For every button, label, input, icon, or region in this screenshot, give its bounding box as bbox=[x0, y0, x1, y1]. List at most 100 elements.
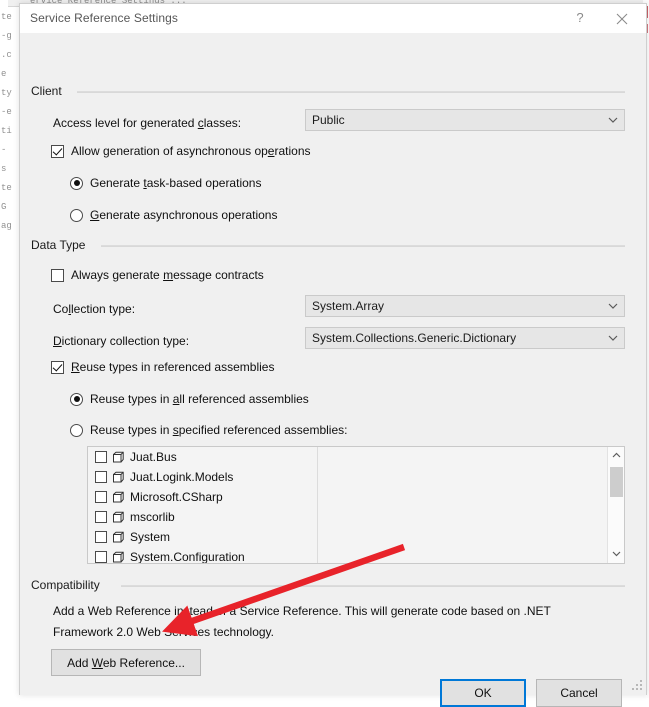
close-x-icon[interactable] bbox=[604, 4, 640, 32]
generate-task-based-radio[interactable]: Generate task-based operations bbox=[70, 176, 261, 190]
assembly-icon bbox=[113, 471, 124, 482]
message-contracts-pre: Always generate bbox=[71, 268, 164, 282]
list-item[interactable]: Juat.Bus bbox=[88, 447, 606, 467]
dialog-body: Client Access level for generated classe… bbox=[20, 34, 646, 707]
radio-glyph bbox=[70, 208, 83, 222]
collection-type-label-pre: Co bbox=[53, 302, 69, 316]
message-contracts-checkbox[interactable]: Always generate message contracts bbox=[51, 268, 264, 282]
reuse-types-accel: R bbox=[71, 360, 80, 374]
assemblies-list-viewport: Juat.Bus Juat.Logink.Models Microsoft.CSha… bbox=[88, 447, 606, 563]
chevron-down-icon bbox=[602, 329, 624, 347]
cancel-button[interactable]: Cancel bbox=[536, 679, 622, 707]
reuse-specified-radio[interactable]: Reuse types in specified referenced asse… bbox=[70, 423, 347, 437]
list-item[interactable]: Juat.Logink.Models bbox=[88, 467, 606, 487]
reuse-types-post: euse types in referenced assemblies bbox=[79, 360, 275, 374]
add-web-ref-accel: W bbox=[91, 655, 103, 670]
radio-glyph bbox=[70, 392, 83, 406]
assembly-name: Microsoft.CSharp bbox=[130, 490, 223, 504]
reuse-all-post: ll referenced assemblies bbox=[179, 392, 309, 406]
allow-async-checkbox[interactable]: Allow generation of asynchronous operati… bbox=[51, 144, 311, 158]
reuse-all-pre: Reuse types in bbox=[90, 392, 173, 406]
ok-button[interactable]: OK bbox=[440, 679, 526, 707]
compatibility-group-label: Compatibility bbox=[31, 578, 106, 592]
assembly-name: mscorlib bbox=[130, 510, 175, 524]
dialog-title-bar: Service Reference Settings ? bbox=[20, 4, 646, 34]
generate-task-based-label: Generate task-based operations bbox=[90, 176, 261, 190]
assemblies-list: Juat.Bus Juat.Logink.Models Microsoft.CSha… bbox=[88, 447, 606, 563]
dialog-title: Service Reference Settings bbox=[30, 11, 179, 25]
list-item[interactable]: Microsoft.CSharp bbox=[88, 487, 606, 507]
radio-glyph bbox=[70, 423, 83, 437]
assembly-icon bbox=[113, 451, 124, 462]
chevron-down-icon[interactable] bbox=[608, 546, 624, 563]
dictionary-type-label: Dictionary collection type: bbox=[53, 334, 189, 348]
reuse-all-label: Reuse types in all referenced assemblies bbox=[90, 392, 309, 406]
radio-glyph bbox=[70, 176, 83, 190]
collection-type-label: Collection type: bbox=[53, 302, 135, 316]
checkbox-glyph bbox=[51, 360, 64, 374]
allow-async-pre: Allow generation of asynchronous op bbox=[71, 144, 268, 158]
dictionary-type-value: System.Collections.Generic.Dictionary bbox=[312, 331, 517, 345]
allow-async-post: rations bbox=[274, 144, 311, 158]
data-type-group-label: Data Type bbox=[31, 238, 92, 252]
collection-type-value: System.Array bbox=[312, 299, 385, 313]
assembly-name: Juat.Logink.Models bbox=[130, 470, 234, 484]
assemblies-scrollbar[interactable] bbox=[607, 447, 624, 563]
client-group-divider bbox=[77, 91, 625, 93]
client-group-label: Client bbox=[31, 84, 68, 98]
dictionary-type-label-post: ictionary collection type: bbox=[61, 334, 190, 348]
scrollbar-thumb[interactable] bbox=[610, 467, 623, 497]
assembly-name: System bbox=[130, 530, 171, 544]
resize-grip[interactable] bbox=[631, 680, 643, 692]
checkbox-glyph[interactable] bbox=[95, 551, 107, 563]
async-ops-accel: G bbox=[90, 208, 100, 222]
assemblies-listbox[interactable]: Juat.Bus Juat.Logink.Models Microsoft.CSha… bbox=[87, 446, 625, 564]
access-level-combobox[interactable]: Public bbox=[305, 109, 625, 131]
add-web-reference-button[interactable]: Add Web Reference... bbox=[51, 649, 201, 676]
chevron-down-icon bbox=[602, 111, 624, 129]
chevron-down-icon bbox=[602, 297, 624, 315]
message-contracts-accel: m bbox=[163, 268, 174, 282]
add-web-ref-pre: Add bbox=[67, 655, 92, 670]
dictionary-type-combobox[interactable]: System.Collections.Generic.Dictionary bbox=[305, 327, 625, 349]
access-level-label: Access level for generated classes: bbox=[53, 116, 241, 130]
assembly-icon bbox=[113, 511, 124, 522]
chevron-up-icon[interactable] bbox=[608, 447, 624, 464]
list-item[interactable]: System bbox=[88, 527, 606, 547]
message-contracts-post: essage contracts bbox=[173, 268, 264, 282]
checkbox-glyph[interactable] bbox=[95, 491, 107, 503]
generate-asynchronous-radio[interactable]: Generate asynchronous operations bbox=[70, 208, 277, 222]
assembly-name: Juat.Bus bbox=[130, 450, 177, 464]
assembly-icon bbox=[113, 531, 124, 542]
service-reference-settings-dialog: Service Reference Settings ? Client Acce… bbox=[19, 3, 647, 707]
add-web-ref-post: eb Reference... bbox=[102, 655, 185, 670]
checkbox-glyph[interactable] bbox=[95, 511, 107, 523]
access-level-value: Public bbox=[312, 113, 345, 127]
task-based-pre: Generate bbox=[90, 176, 144, 190]
checkbox-glyph bbox=[51, 268, 64, 282]
task-based-post: ask-based operations bbox=[146, 176, 262, 190]
assembly-name: System.Configuration bbox=[130, 550, 245, 563]
collection-type-label-post: lection type: bbox=[71, 302, 136, 316]
reuse-types-label: Reuse types in referenced assemblies bbox=[71, 360, 274, 374]
compatibility-group-divider bbox=[121, 585, 625, 587]
reuse-all-radio[interactable]: Reuse types in all referenced assemblies bbox=[70, 392, 309, 406]
list-item[interactable]: System.Configuration bbox=[88, 547, 606, 563]
reuse-types-checkbox[interactable]: Reuse types in referenced assemblies bbox=[51, 360, 274, 374]
reuse-specified-pre: Reuse types in bbox=[90, 423, 173, 437]
checkbox-glyph[interactable] bbox=[95, 451, 107, 463]
assembly-icon bbox=[113, 491, 124, 502]
help-question-icon[interactable]: ? bbox=[562, 4, 598, 32]
access-level-label-pre: Access level for generated bbox=[53, 116, 198, 130]
dictionary-type-label-accel: D bbox=[53, 334, 62, 348]
reuse-specified-label: Reuse types in specified referenced asse… bbox=[90, 423, 347, 437]
checkbox-glyph[interactable] bbox=[95, 471, 107, 483]
list-item[interactable]: mscorlib bbox=[88, 507, 606, 527]
generate-asynchronous-label: Generate asynchronous operations bbox=[90, 208, 277, 222]
compatibility-description: Add a Web Reference instead of a Service… bbox=[53, 604, 551, 639]
message-contracts-label: Always generate message contracts bbox=[71, 268, 264, 282]
reuse-specified-post: pecified referenced assemblies: bbox=[178, 423, 348, 437]
collection-type-combobox[interactable]: System.Array bbox=[305, 295, 625, 317]
checkbox-glyph[interactable] bbox=[95, 531, 107, 543]
list-column-separator bbox=[317, 447, 318, 563]
